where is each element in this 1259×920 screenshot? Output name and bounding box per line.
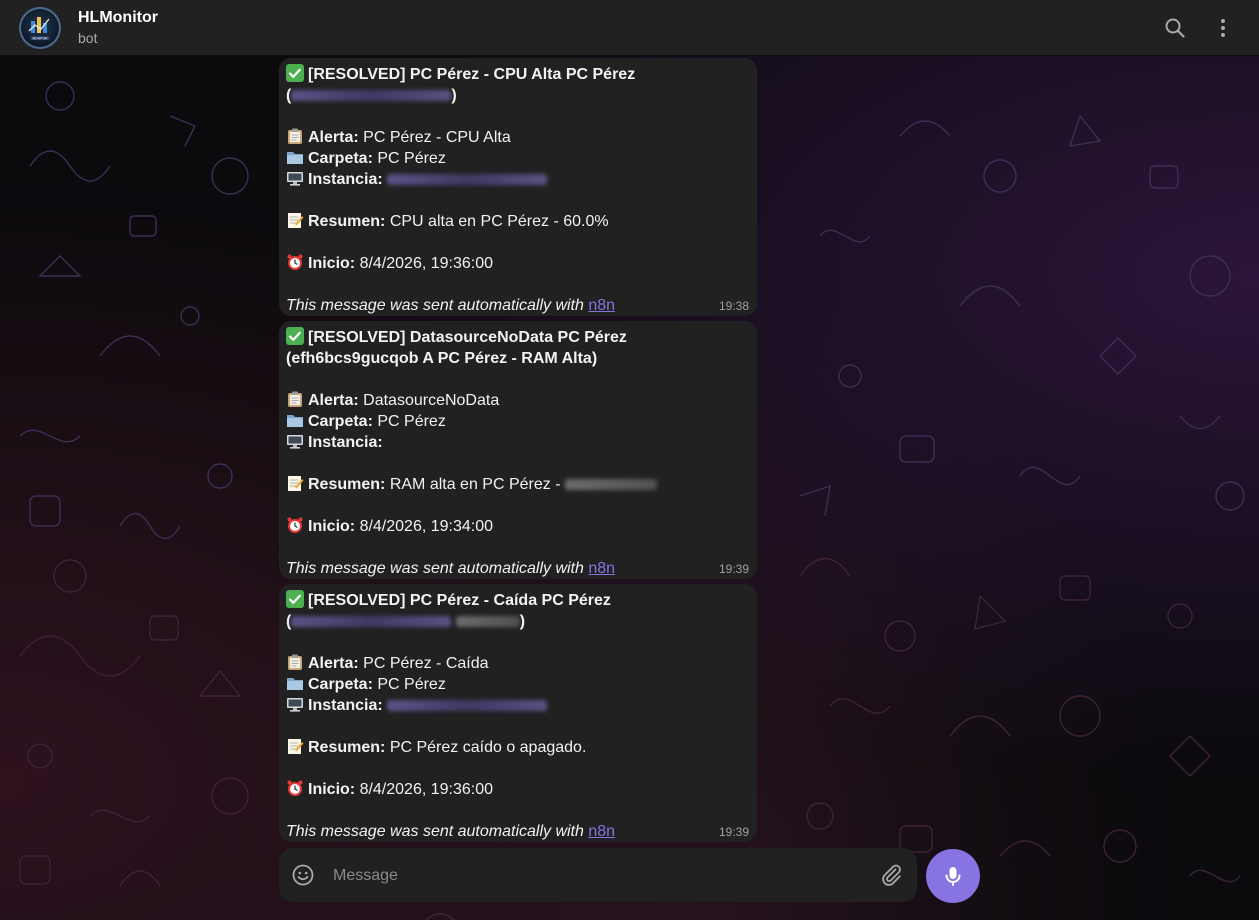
n8n-link[interactable]: n8n	[588, 297, 615, 314]
instance-redacted: ()	[286, 87, 457, 104]
check-mark-icon	[286, 327, 304, 345]
search-icon	[1165, 18, 1185, 38]
message-footer: This message was sent automatically with…	[286, 560, 616, 577]
search-button[interactable]	[1159, 12, 1191, 44]
emoji-button[interactable]	[291, 863, 315, 887]
more-options-button[interactable]	[1207, 12, 1239, 44]
message-footer: This message was sent automatically with…	[286, 823, 616, 840]
carpeta-line: Carpeta: PC Pérez	[286, 411, 747, 432]
avatar-text: MONITOR	[33, 36, 49, 40]
desktop-computer-icon	[286, 169, 304, 187]
monitor-logo-icon: MONITOR	[28, 17, 50, 40]
voice-message-button[interactable]	[926, 849, 980, 903]
inicio-line: Inicio: 8/4/2026, 19:36:00	[286, 253, 747, 274]
instancia-line: Instancia:	[286, 169, 747, 190]
desktop-computer-icon	[286, 695, 304, 713]
chat-subtitle: bot	[78, 30, 98, 46]
message-footer: This message was sent automatically with…	[286, 297, 616, 314]
resumen-line: Resumen: CPU alta en PC Pérez - 60.0%	[286, 211, 747, 232]
alerta-line: Alerta: PC Pérez - CPU Alta	[286, 127, 747, 148]
attach-button[interactable]	[879, 863, 903, 887]
n8n-link[interactable]: n8n	[588, 823, 615, 840]
microphone-icon	[945, 867, 961, 886]
inicio-line: Inicio: 8/4/2026, 19:36:00	[286, 779, 747, 800]
folder-icon	[286, 148, 304, 166]
more-vertical-icon	[1221, 19, 1225, 37]
clipboard-icon	[286, 653, 304, 671]
message-input[interactable]	[331, 863, 855, 889]
message-time: 19:39	[718, 825, 749, 839]
instance-redacted: ( )	[286, 613, 526, 630]
message-bubble[interactable]: [RESOLVED] PC Pérez - Caída PC Pérez ( )…	[279, 584, 757, 842]
instancia-line: Instancia:	[286, 695, 747, 716]
resumen-line: Resumen: RAM alta en PC Pérez -	[286, 474, 747, 495]
desktop-computer-icon	[286, 432, 304, 450]
chat-title[interactable]: HLMonitor	[78, 9, 158, 27]
message-title: [RESOLVED] PC Pérez - CPU Alta PC Pérez	[286, 64, 747, 85]
chat-header: MONITOR HLMonitor bot	[0, 0, 1259, 56]
carpeta-line: Carpeta: PC Pérez	[286, 148, 747, 169]
message-composer	[279, 848, 917, 902]
clipboard-icon	[286, 390, 304, 408]
memo-icon	[286, 211, 304, 229]
message-time: 19:38	[718, 299, 749, 313]
alerta-line: Alerta: PC Pérez - Caída	[286, 653, 747, 674]
carpeta-line: Carpeta: PC Pérez	[286, 674, 747, 695]
inicio-line: Inicio: 8/4/2026, 19:34:00	[286, 516, 747, 537]
message-time: 19:39	[718, 562, 749, 576]
message-title: [RESOLVED] DatasourceNoData PC Pérez (ef…	[286, 327, 627, 367]
paperclip-icon	[882, 864, 901, 886]
memo-icon	[286, 737, 304, 755]
folder-icon	[286, 674, 304, 692]
smiley-icon	[292, 864, 314, 886]
check-mark-icon	[286, 590, 304, 608]
resumen-line: Resumen: PC Pérez caído o apagado.	[286, 737, 747, 758]
n8n-link[interactable]: n8n	[588, 560, 615, 577]
message-bubble[interactable]: [RESOLVED] PC Pérez - CPU Alta PC Pérez …	[279, 58, 757, 316]
message-bubble[interactable]: [RESOLVED] DatasourceNoData PC Pérez (ef…	[279, 321, 757, 579]
instancia-line: Instancia:	[286, 432, 747, 453]
alarm-clock-icon	[286, 516, 304, 534]
avatar[interactable]: MONITOR	[19, 7, 61, 49]
memo-icon	[286, 474, 304, 492]
alerta-line: Alerta: DatasourceNoData	[286, 390, 747, 411]
alarm-clock-icon	[286, 779, 304, 797]
clipboard-icon	[286, 127, 304, 145]
alarm-clock-icon	[286, 253, 304, 271]
message-title: [RESOLVED] PC Pérez - Caída PC Pérez	[286, 590, 747, 611]
folder-icon	[286, 411, 304, 429]
check-mark-icon	[286, 64, 304, 82]
